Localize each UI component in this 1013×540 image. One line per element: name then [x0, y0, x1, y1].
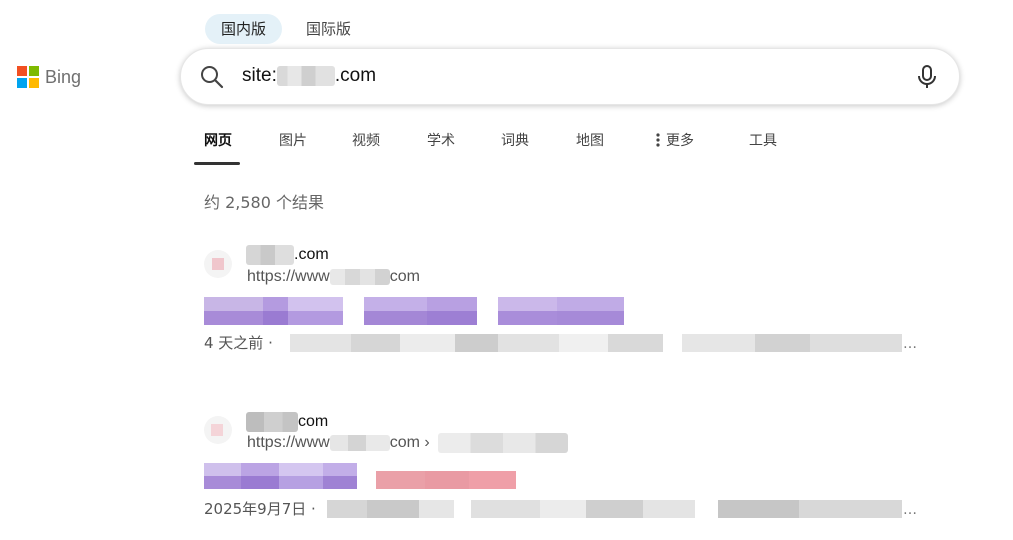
tab-web[interactable]: 网页: [204, 130, 232, 150]
tab-videos[interactable]: 视频: [352, 130, 380, 150]
tab-dictionary[interactable]: 词典: [501, 130, 529, 150]
bing-logo[interactable]: Bing: [17, 66, 81, 88]
market-tab-domestic[interactable]: 国内版: [205, 14, 283, 44]
active-tab-indicator: [194, 162, 240, 165]
site-name-suffix: com: [298, 413, 329, 430]
market-tab-international[interactable]: 国际版: [290, 14, 367, 44]
tab-more-label: 更多: [666, 133, 694, 149]
result-date: 4 天之前 ·: [204, 334, 273, 352]
more-vertical-icon: [656, 133, 660, 147]
site-favicon: [204, 250, 232, 278]
search-input[interactable]: site: .com: [242, 65, 376, 87]
search-query-prefix: site:: [242, 65, 277, 86]
search-query-suffix: .com: [334, 65, 377, 86]
tab-more[interactable]: 更多: [654, 130, 694, 150]
logo-text: Bing: [45, 66, 82, 87]
url-prefix: https://www: [247, 434, 330, 451]
redacted-url: [329, 435, 390, 451]
redacted-site: [246, 245, 294, 265]
url-prefix: https://www: [247, 268, 330, 285]
result-snippet-redacted: [327, 500, 902, 518]
redacted-breadcrumb: [437, 433, 568, 453]
microphone-icon[interactable]: [915, 64, 939, 90]
redacted-url: [329, 269, 390, 285]
snippet-ellipsis: …: [903, 336, 917, 352]
result-url[interactable]: https://www com ›: [247, 433, 568, 453]
result-title-redacted[interactable]: [204, 297, 624, 325]
site-name-suffix: .com: [294, 246, 329, 263]
site-favicon: [204, 416, 232, 444]
tab-images[interactable]: 图片: [279, 130, 307, 150]
search-box[interactable]: site: .com: [180, 48, 960, 105]
url-suffix: com: [389, 268, 420, 285]
result-url[interactable]: https://www com: [247, 268, 420, 286]
microsoft-logo-icon: [17, 66, 39, 88]
redacted-domain: [276, 66, 335, 86]
url-suffix: com ›: [389, 434, 430, 451]
tab-maps[interactable]: 地图: [576, 130, 604, 150]
snippet-ellipsis: …: [903, 502, 917, 518]
result-title-redacted[interactable]: [204, 463, 516, 489]
search-icon[interactable]: [199, 64, 225, 90]
redacted-site: [246, 412, 298, 432]
result-count: 约 2,580 个结果: [204, 193, 324, 212]
tab-academic[interactable]: 学术: [427, 130, 455, 150]
tab-tools[interactable]: 工具: [749, 130, 777, 150]
result-date: 2025年9月7日 ·: [204, 500, 316, 518]
result-snippet-redacted: [290, 334, 902, 352]
result-site-name[interactable]: .com: [246, 245, 329, 265]
result-site-name[interactable]: com: [246, 412, 328, 432]
